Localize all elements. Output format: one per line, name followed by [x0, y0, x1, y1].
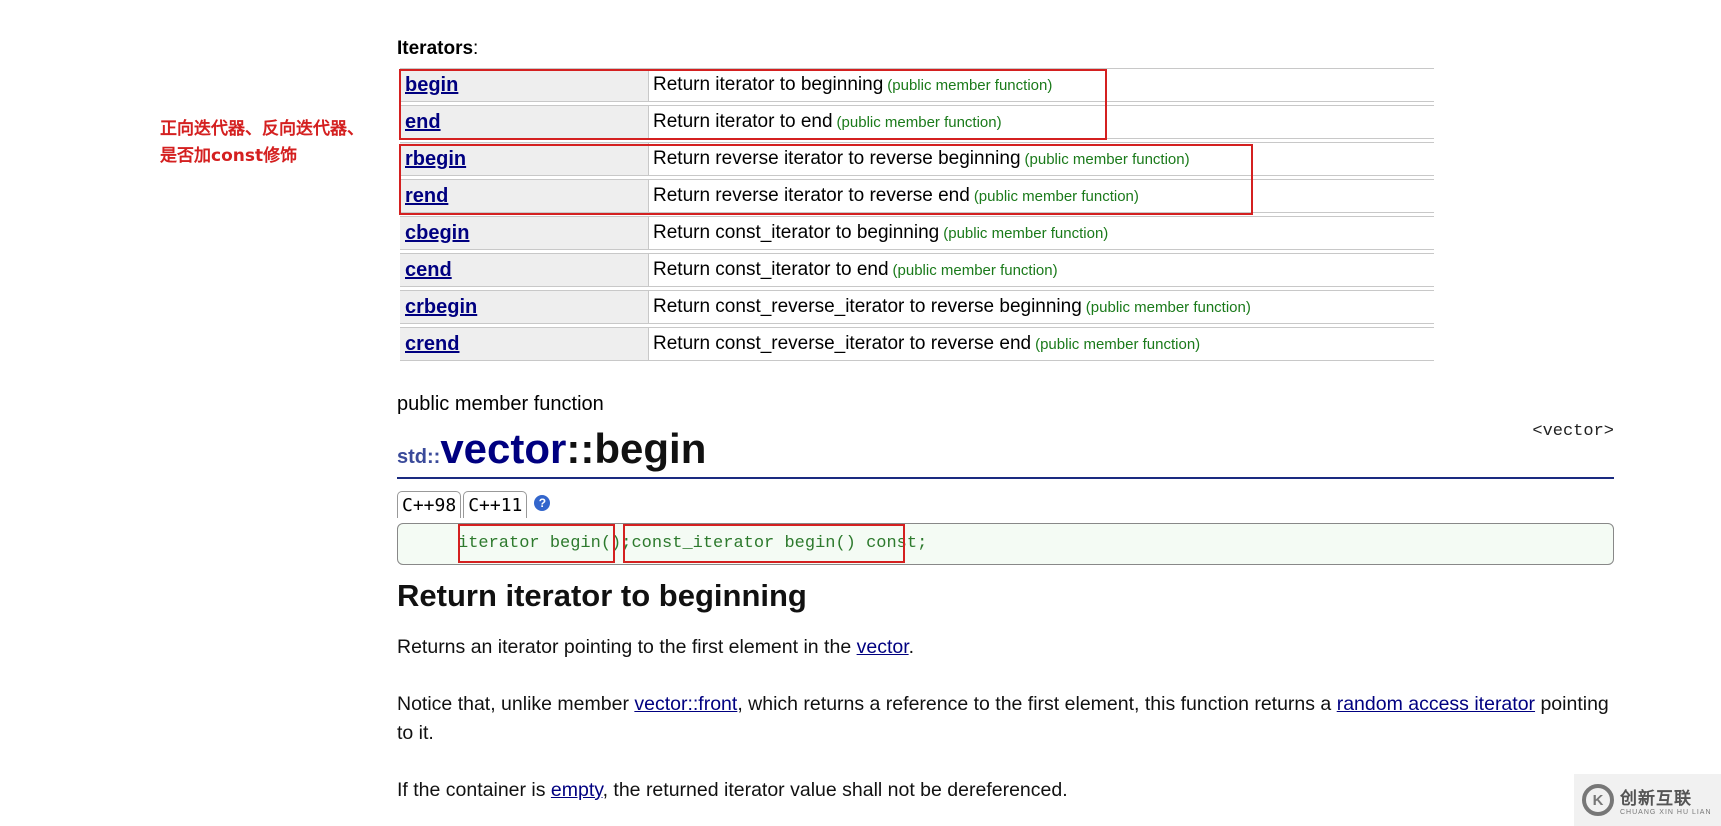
iterators-heading-text: Iterators	[397, 38, 474, 59]
member-tag: (public member function)	[1035, 336, 1201, 353]
paragraph-3: If the container is empty, the returned …	[397, 776, 1617, 805]
annotation-line-1: 正向迭代器、反向迭代器、	[160, 119, 364, 139]
iterators-heading-colon: :	[473, 38, 479, 59]
iterator-name-cell: cbegin	[400, 217, 649, 249]
link-vector[interactable]: vector	[857, 636, 909, 658]
iterator-name-cell: rend	[400, 180, 649, 212]
title-divider	[397, 477, 1614, 479]
member-tag: (public member function)	[887, 77, 1053, 94]
paragraph-2: Notice that, unlike member vector::front…	[397, 690, 1617, 748]
link-end[interactable]: end	[405, 111, 441, 134]
red-annotation-text: 正向迭代器、反向迭代器、 是否加const修饰	[160, 116, 364, 170]
table-row: crend Return const_reverse_iterator to r…	[400, 327, 1434, 361]
iterator-name-cell: begin	[400, 69, 649, 101]
page-title: std::vector::begin	[397, 425, 706, 473]
iterator-desc-text: Return reverse iterator to reverse end	[653, 185, 970, 206]
link-crbegin[interactable]: crbegin	[405, 296, 477, 319]
table-row: rend Return reverse iterator to reverse …	[400, 179, 1434, 213]
member-tag: (public member function)	[836, 114, 1002, 131]
iterator-name-cell: end	[400, 106, 649, 138]
iterator-desc: Return iterator to end (public member fun…	[649, 111, 1002, 133]
link-begin[interactable]: begin	[405, 74, 458, 97]
member-tag: (public member function)	[973, 188, 1139, 205]
declaration-box: iterator begin();const_iterator begin() …	[397, 523, 1614, 565]
iterator-desc: Return const_iterator to beginning (publi…	[649, 222, 1108, 244]
iterator-desc-text: Return iterator to beginning	[653, 74, 884, 95]
link-crend[interactable]: crend	[405, 333, 459, 356]
para2-mid: , which returns a reference to the first…	[737, 693, 1337, 715]
iterators-heading: Iterators:	[397, 38, 478, 60]
table-row: cbegin Return const_iterator to beginnin…	[400, 216, 1434, 250]
tab-cpp11[interactable]: C++11	[463, 491, 528, 518]
link-random-access-iterator[interactable]: random access iterator	[1337, 693, 1535, 715]
link-cbegin[interactable]: cbegin	[405, 222, 469, 245]
member-tag: (public member function)	[892, 262, 1058, 279]
paragraph-1: Returns an iterator pointing to the firs…	[397, 633, 1617, 662]
table-row: begin Return iterator to beginning (publi…	[400, 68, 1434, 102]
iterator-name-cell: rbegin	[400, 143, 649, 175]
iterator-desc-text: Return const_iterator to end	[653, 259, 889, 280]
member-tag: (public member function)	[1024, 151, 1190, 168]
para2-text: Notice that, unlike member	[397, 693, 635, 715]
iterator-desc: Return const_reverse_iterator to reverse…	[649, 333, 1200, 355]
member-tag: (public member function)	[943, 225, 1109, 242]
help-icon[interactable]: ?	[534, 495, 551, 511]
iterator-desc-text: Return reverse iterator to reverse begin…	[653, 148, 1021, 169]
version-tabs: C++98 C++11 ?	[397, 491, 551, 518]
table-row: end Return iterator to end (public member…	[400, 105, 1434, 139]
watermark-logo: K 创新互联 CHUANG XIN HU LIAN	[1574, 774, 1721, 826]
iterator-desc-text: Return const_iterator to beginning	[653, 222, 940, 243]
iterator-name-cell: crend	[400, 328, 649, 360]
table-row: rbegin Return reverse iterator to revers…	[400, 142, 1434, 176]
table-row: cend Return const_iterator to end (public…	[400, 253, 1434, 287]
tab-cpp98[interactable]: C++98	[397, 491, 462, 518]
link-cend[interactable]: cend	[405, 259, 452, 282]
title-namespace: std::	[397, 446, 441, 468]
iterator-desc: Return const_iterator to end (public memb…	[649, 259, 1058, 281]
declaration-second: const_iterator begin() const;	[631, 534, 928, 553]
watermark-en: CHUANG XIN HU LIAN	[1620, 809, 1712, 816]
declaration-first: iterator begin()	[458, 534, 622, 553]
link-empty[interactable]: empty	[551, 779, 603, 801]
member-tag: (public member function)	[1085, 299, 1251, 316]
para1-end: .	[908, 636, 915, 658]
iterator-desc-text: Return const_reverse_iterator to reverse…	[653, 296, 1082, 317]
title-member: ::begin	[566, 425, 707, 472]
declaration-separator: ;	[621, 534, 632, 553]
table-row: crbegin Return const_reverse_iterator to…	[400, 290, 1434, 324]
watermark-cn: 创新互联	[1620, 789, 1692, 809]
watermark-text: 创新互联 CHUANG XIN HU LIAN	[1620, 784, 1712, 816]
section-heading: Return iterator to beginning	[397, 578, 807, 613]
title-class: vector	[440, 425, 567, 472]
para1-text: Returns an iterator pointing to the firs…	[397, 636, 857, 658]
iterator-desc: Return reverse iterator to reverse end (p…	[649, 185, 1139, 207]
link-vector-front[interactable]: vector::front	[634, 693, 737, 715]
link-rend[interactable]: rend	[405, 185, 448, 208]
iterator-desc-text: Return iterator to end	[653, 111, 833, 132]
iterator-desc: Return const_reverse_iterator to reverse…	[649, 296, 1251, 318]
annotation-line-2: 是否加const修饰	[160, 146, 298, 166]
link-rbegin[interactable]: rbegin	[405, 148, 466, 171]
iterator-desc: Return iterator to beginning (public memb…	[649, 74, 1052, 96]
iterators-table: begin Return iterator to beginning (publi…	[400, 68, 1434, 364]
iterator-name-cell: cend	[400, 254, 649, 286]
para3-text: If the container is	[397, 779, 551, 801]
header-tag: <vector>	[1532, 422, 1614, 441]
watermark-icon: K	[1582, 784, 1614, 816]
declaration-text: iterator begin();const_iterator begin() …	[458, 534, 927, 553]
iterator-desc: Return reverse iterator to reverse begin…	[649, 148, 1190, 170]
iterator-desc-text: Return const_reverse_iterator to reverse…	[653, 333, 1032, 354]
iterator-name-cell: crbegin	[400, 291, 649, 323]
member-kind-label: public member function	[397, 393, 604, 415]
para3-end: , the returned iterator value shall not …	[602, 779, 1068, 801]
